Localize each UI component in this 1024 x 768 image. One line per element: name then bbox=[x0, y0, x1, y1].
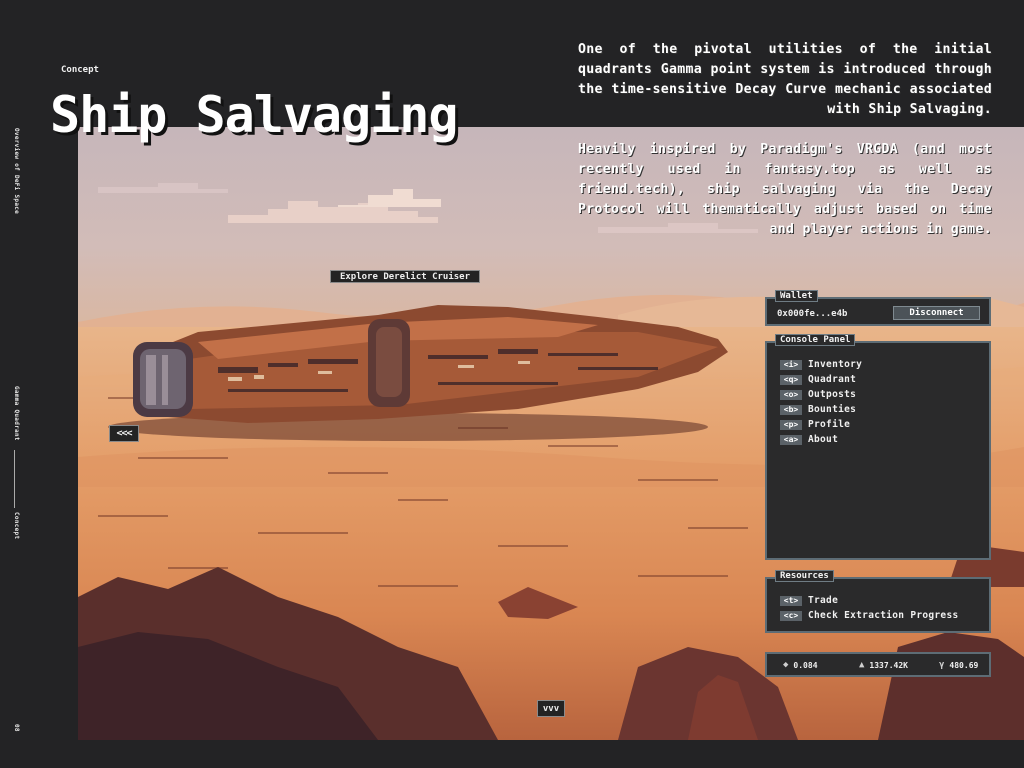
explore-derelict-cruiser-button[interactable]: Explore Derelict Cruiser bbox=[330, 270, 480, 283]
gamma-value: 480.69 bbox=[949, 660, 979, 670]
console-menu: <i> Inventory <q> Quadrant <o> Outposts … bbox=[780, 357, 862, 447]
menu-label: Quadrant bbox=[808, 374, 857, 385]
menu-item-check-extraction-progress[interactable]: <c> Check Extraction Progress bbox=[780, 608, 959, 623]
menu-item-bounties[interactable]: <b> Bounties bbox=[780, 402, 862, 417]
wallet-panel: Wallet 0x000fe...e4b Disconnect bbox=[765, 290, 991, 326]
key-badge: <q> bbox=[780, 374, 802, 385]
console-panel: Console Panel <i> Inventory <q> Quadrant… bbox=[765, 334, 991, 560]
menu-label: Outposts bbox=[808, 389, 857, 400]
menu-item-about[interactable]: <a> About bbox=[780, 432, 862, 447]
gamma-stat: γ 480.69 bbox=[939, 660, 978, 670]
page-number: 08 bbox=[13, 724, 20, 732]
key-badge: <t> bbox=[780, 595, 802, 606]
rail-top-label: Overview of DeFi Space bbox=[13, 128, 20, 215]
resources-menu: <t> Trade <c> Check Extraction Progress bbox=[780, 593, 959, 623]
key-badge: <c> bbox=[780, 610, 802, 621]
menu-item-trade[interactable]: <t> Trade bbox=[780, 593, 959, 608]
menu-item-quadrant[interactable]: <q> Quadrant bbox=[780, 372, 862, 387]
key-badge: <p> bbox=[780, 419, 802, 430]
wallet-address: 0x000fe...e4b bbox=[777, 309, 848, 319]
eth-stat: ◆ 0.084 bbox=[783, 660, 818, 670]
menu-item-profile[interactable]: <p> Profile bbox=[780, 417, 862, 432]
resources-title: Resources bbox=[775, 570, 834, 582]
rail-quadrant-label: Gamma Quadrant bbox=[13, 386, 20, 441]
gamma-icon: γ bbox=[939, 660, 945, 670]
key-badge: <o> bbox=[780, 389, 802, 400]
menu-label: Trade bbox=[808, 595, 839, 606]
menu-label: Check Extraction Progress bbox=[808, 610, 959, 621]
eth-icon: ◆ bbox=[783, 660, 789, 670]
menu-item-inventory[interactable]: <i> Inventory bbox=[780, 357, 862, 372]
key-badge: <i> bbox=[780, 359, 802, 370]
key-badge: <b> bbox=[780, 404, 802, 415]
menu-label: About bbox=[808, 434, 839, 445]
fuel-stat: ▲ 1337.42K bbox=[859, 660, 908, 670]
eth-value: 0.084 bbox=[793, 660, 818, 670]
menu-label: Inventory bbox=[808, 359, 863, 370]
page-title: Ship Salvaging bbox=[50, 86, 458, 144]
menu-label: Profile bbox=[808, 419, 851, 430]
rail-divider bbox=[14, 450, 15, 508]
previous-button[interactable]: <<< bbox=[109, 425, 139, 442]
menu-label: Bounties bbox=[808, 404, 857, 415]
menu-item-outposts[interactable]: <o> Outposts bbox=[780, 387, 862, 402]
disconnect-button[interactable]: Disconnect bbox=[893, 306, 980, 320]
intro-text: One of the pivotal utilities of the init… bbox=[578, 40, 992, 240]
section-label: Concept bbox=[61, 65, 99, 75]
rail-concept-label: Concept bbox=[13, 512, 20, 540]
stats-bar: ◆ 0.084 ▲ 1337.42K γ 480.69 bbox=[765, 652, 991, 677]
key-badge: <a> bbox=[780, 434, 802, 445]
scroll-down-button[interactable]: vvv bbox=[537, 700, 565, 717]
console-title: Console Panel bbox=[775, 334, 856, 346]
resources-panel: Resources <t> Trade <c> Check Extraction… bbox=[765, 570, 991, 633]
intro-paragraph-2: Heavily inspired by Paradigm's VRGDA (an… bbox=[578, 142, 992, 237]
wallet-title: Wallet bbox=[775, 290, 818, 302]
fuel-value: 1337.42K bbox=[869, 660, 908, 670]
intro-paragraph-1: One of the pivotal utilities of the init… bbox=[578, 42, 992, 117]
fuel-icon: ▲ bbox=[859, 660, 865, 670]
